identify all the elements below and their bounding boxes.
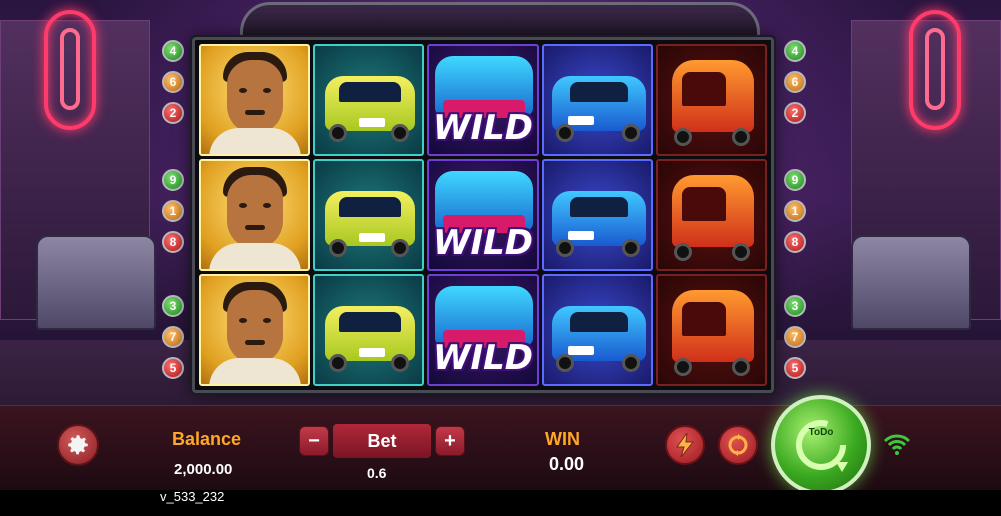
payline-indicator: 8 bbox=[162, 231, 184, 253]
payline-indicator: 9 bbox=[162, 169, 184, 191]
wild-label: WILD bbox=[432, 223, 534, 263]
payline-indicator: 2 bbox=[784, 102, 806, 124]
background-tuk-tuk bbox=[851, 235, 971, 330]
payline-indicator: 6 bbox=[784, 71, 806, 93]
yellow-taxi-symbol bbox=[313, 274, 425, 386]
payline-indicator: 7 bbox=[162, 326, 184, 348]
bet-value: 0.6 bbox=[367, 465, 387, 481]
blue-cab-symbol bbox=[541, 159, 653, 271]
payline-indicator: 5 bbox=[162, 357, 184, 379]
payline-indicator: 4 bbox=[784, 40, 806, 62]
man-symbol bbox=[199, 159, 311, 271]
turbo-button[interactable] bbox=[665, 425, 705, 465]
reel-grid: WILD WILD WILD bbox=[199, 44, 767, 386]
tuk-tuk-symbol bbox=[655, 44, 767, 156]
spin-button[interactable]: ToDo bbox=[771, 395, 871, 495]
wild-symbol: WILD bbox=[427, 274, 539, 386]
wild-label: WILD bbox=[432, 108, 534, 148]
payline-indicator: 8 bbox=[784, 231, 806, 253]
wild-label: WILD bbox=[432, 338, 534, 378]
bet-label: Bet bbox=[333, 424, 431, 458]
payline-indicator: 3 bbox=[162, 295, 184, 317]
bet-increase-button[interactable]: + bbox=[435, 426, 465, 456]
yellow-taxi-symbol bbox=[313, 44, 425, 156]
version-label: v_533_232 bbox=[160, 489, 225, 504]
win-value: 0.00 bbox=[549, 454, 585, 474]
autoplay-icon bbox=[728, 434, 748, 456]
win-label: WIN bbox=[545, 429, 580, 449]
spin-label: ToDo bbox=[808, 427, 834, 438]
reel-frame: WILD WILD WILD bbox=[192, 37, 774, 393]
bet-decrease-button[interactable]: − bbox=[299, 426, 329, 456]
payline-indicator: 2 bbox=[162, 102, 184, 124]
balance-label: Balance bbox=[172, 429, 242, 449]
gear-icon bbox=[68, 435, 88, 455]
background-tuk-tuk bbox=[36, 235, 156, 330]
payline-indicator: 7 bbox=[784, 326, 806, 348]
payline-indicator: 4 bbox=[162, 40, 184, 62]
tuk-tuk-symbol bbox=[655, 159, 767, 271]
wifi-signal-icon bbox=[883, 434, 911, 455]
right-scenery bbox=[811, 0, 1001, 400]
neon-sign bbox=[909, 10, 961, 130]
blue-cab-symbol bbox=[541, 44, 653, 156]
wild-symbol: WILD bbox=[427, 44, 539, 156]
wild-symbol: WILD bbox=[427, 159, 539, 271]
settings-button[interactable] bbox=[57, 424, 99, 466]
autoplay-button[interactable] bbox=[718, 425, 758, 465]
reel-top-arch bbox=[240, 2, 760, 38]
tuk-tuk-symbol bbox=[655, 274, 767, 386]
payline-indicator: 3 bbox=[784, 295, 806, 317]
payline-indicator: 6 bbox=[162, 71, 184, 93]
neon-sign bbox=[44, 10, 96, 130]
payline-indicator: 1 bbox=[162, 200, 184, 222]
lightning-icon bbox=[676, 433, 695, 457]
man-symbol bbox=[199, 274, 311, 386]
bottom-strip bbox=[0, 490, 1001, 516]
man-symbol bbox=[199, 44, 311, 156]
yellow-taxi-symbol bbox=[313, 159, 425, 271]
spin-arrow-icon bbox=[796, 420, 848, 472]
payline-indicator: 1 bbox=[784, 200, 806, 222]
payline-indicator: 9 bbox=[784, 169, 806, 191]
balance-value: 2,000.00 bbox=[174, 461, 233, 478]
payline-indicator: 5 bbox=[784, 357, 806, 379]
blue-cab-symbol bbox=[541, 274, 653, 386]
